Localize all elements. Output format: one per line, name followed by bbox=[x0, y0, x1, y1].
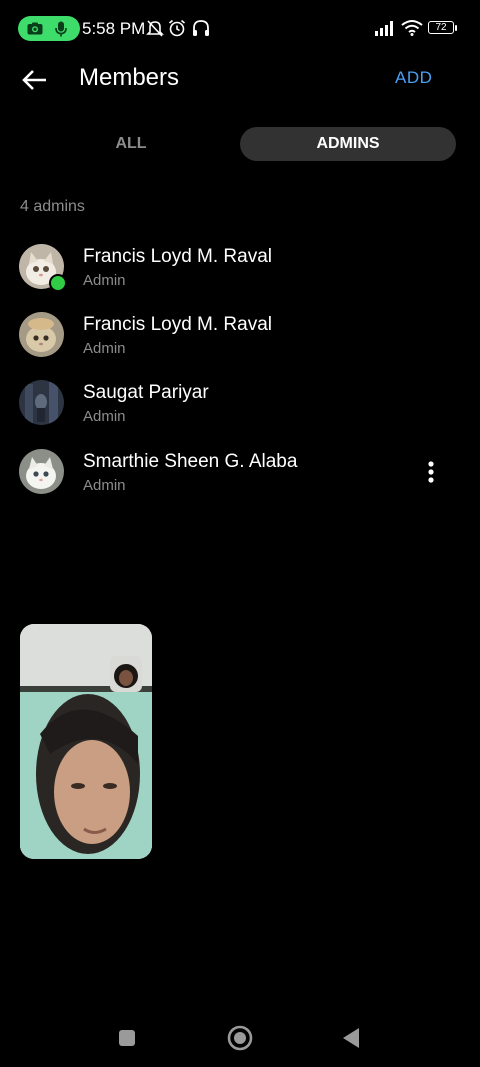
page-title: Members bbox=[79, 64, 180, 91]
member-row[interactable]: Smarthie Sheen G. Alaba Admin bbox=[0, 449, 480, 511]
battery-level: 72 bbox=[435, 22, 447, 33]
battery-nub bbox=[455, 25, 457, 31]
member-row[interactable]: Francis Loyd M. Raval Admin bbox=[0, 312, 480, 374]
member-role: Admin bbox=[83, 477, 126, 494]
member-role: Admin bbox=[83, 408, 126, 425]
avatar bbox=[19, 380, 64, 425]
back-triangle-icon[interactable] bbox=[342, 1027, 360, 1049]
member-row[interactable]: Saugat Pariyar Admin bbox=[0, 380, 480, 442]
wifi-icon bbox=[401, 20, 423, 36]
signal-icon bbox=[375, 21, 393, 36]
member-name: Smarthie Sheen G. Alaba bbox=[83, 451, 298, 472]
self-video-feed bbox=[110, 656, 142, 692]
status-time: 5:58 PM bbox=[82, 19, 146, 38]
member-name: Francis Loyd M. Raval bbox=[83, 246, 273, 267]
back-button[interactable] bbox=[18, 64, 52, 96]
self-video-thumbnail[interactable] bbox=[110, 656, 142, 692]
mic-icon bbox=[55, 21, 67, 37]
bell-off-icon bbox=[146, 20, 164, 37]
arrow-left-icon bbox=[22, 70, 46, 90]
avatar bbox=[19, 312, 64, 357]
member-role: Admin bbox=[83, 340, 126, 357]
member-name: Francis Loyd M. Raval bbox=[83, 314, 273, 335]
home-circle-icon[interactable] bbox=[227, 1025, 253, 1051]
add-button[interactable]: ADD bbox=[395, 68, 432, 88]
online-status-dot bbox=[49, 274, 67, 292]
tab-all[interactable]: ALL bbox=[24, 127, 238, 161]
member-name: Saugat Pariyar bbox=[83, 382, 209, 403]
recents-square-icon[interactable] bbox=[118, 1029, 136, 1047]
avatar bbox=[19, 449, 64, 494]
camera-icon bbox=[27, 22, 43, 35]
status-bar: 5:58 PM 72 bbox=[0, 0, 480, 56]
member-row[interactable]: Francis Loyd M. Raval Admin bbox=[0, 244, 480, 306]
admin-count-label: 4 admins bbox=[20, 198, 85, 215]
alarm-icon bbox=[168, 19, 186, 37]
member-role: Admin bbox=[83, 272, 126, 289]
more-options-button[interactable] bbox=[421, 457, 441, 487]
ongoing-call-pill[interactable] bbox=[18, 16, 80, 41]
tab-admins[interactable]: ADMINS bbox=[240, 127, 456, 161]
headphones-icon bbox=[193, 20, 209, 36]
more-vertical-icon bbox=[428, 461, 434, 483]
